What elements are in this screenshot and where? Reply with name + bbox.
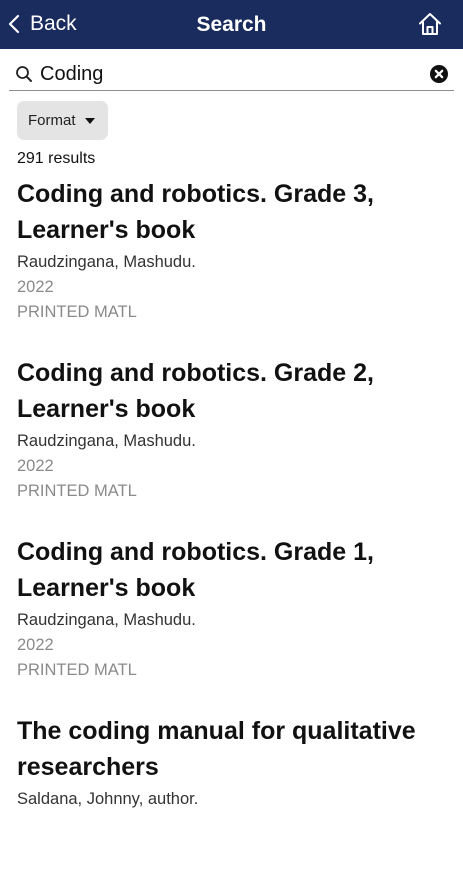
search-input[interactable] xyxy=(40,60,420,88)
result-year: 2022 xyxy=(17,636,54,654)
result-author: Raudzingana, Mashudu. xyxy=(17,253,196,271)
result-title[interactable]: Coding and robotics. Grade 1, Learner's … xyxy=(17,534,447,606)
back-button[interactable]: Back xyxy=(8,9,77,39)
result-item[interactable]: Coding and robotics. Grade 1, Learner's … xyxy=(17,534,447,713)
back-label: Back xyxy=(30,12,77,35)
format-filter-button[interactable]: Format xyxy=(17,101,108,140)
result-title[interactable]: Coding and robotics. Grade 3, Learner's … xyxy=(17,176,447,248)
result-format: PRINTED MATL xyxy=(17,661,137,679)
results-list: Coding and robotics. Grade 3, Learner's … xyxy=(17,176,447,892)
result-format: PRINTED MATL xyxy=(17,303,137,321)
format-filter-label: Format xyxy=(28,112,76,129)
result-author: Raudzingana, Mashudu. xyxy=(17,611,196,629)
chevron-left-icon xyxy=(8,14,20,34)
result-author: Raudzingana, Mashudu. xyxy=(17,432,196,450)
results-count: 291 results xyxy=(17,150,96,167)
result-item[interactable]: Coding and robotics. Grade 2, Learner's … xyxy=(17,355,447,534)
clear-icon[interactable] xyxy=(430,65,448,83)
result-year: 2022 xyxy=(17,278,54,296)
result-item[interactable]: Coding and robotics. Grade 3, Learner's … xyxy=(17,176,447,355)
caret-down-icon xyxy=(84,117,95,124)
result-format: PRINTED MATL xyxy=(17,482,137,500)
result-title[interactable]: Coding and robotics. Grade 2, Learner's … xyxy=(17,355,447,427)
search-icon xyxy=(16,66,32,82)
result-item[interactable]: The coding manual for qualitative resear… xyxy=(17,713,447,892)
search-bar xyxy=(9,58,454,91)
result-year: 2022 xyxy=(17,457,54,475)
home-icon[interactable] xyxy=(417,11,443,37)
result-title[interactable]: The coding manual for qualitative resear… xyxy=(17,713,447,785)
nav-bar: Back Search xyxy=(0,0,463,49)
